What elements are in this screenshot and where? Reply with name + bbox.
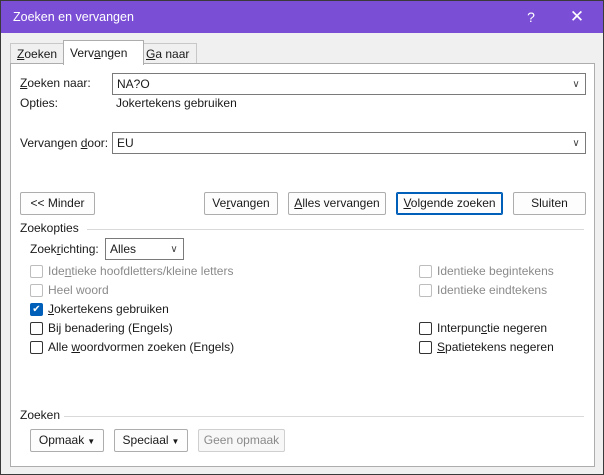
checkbox-box[interactable] bbox=[30, 321, 43, 335]
checkbox-whole-word[interactable]: Heel woord bbox=[30, 283, 109, 297]
checkbox-ignore-punctuation[interactable]: Interpunctie negeren bbox=[419, 321, 547, 335]
replace-button[interactable]: Vervangen bbox=[204, 192, 278, 215]
checkmark-icon[interactable]: ✔ bbox=[30, 302, 43, 316]
checkbox-label: Identieke hoofdletters/kleine letters bbox=[48, 264, 234, 278]
replace-value: EU bbox=[117, 136, 134, 150]
checkbox-box[interactable] bbox=[419, 340, 432, 354]
checkbox-match-case[interactable]: Identieke hoofdletters/kleine letters bbox=[30, 264, 233, 278]
checkbox-box[interactable] bbox=[30, 340, 43, 354]
checkbox-label: Alle woordvormen zoeken (Engels) bbox=[48, 340, 235, 354]
no-formatting-button[interactable]: Geen opmaak bbox=[198, 429, 285, 452]
options-label: Opties: bbox=[20, 96, 59, 110]
search-section-header: Zoeken bbox=[20, 408, 61, 422]
find-next-button[interactable]: Volgende zoeken bbox=[396, 192, 503, 215]
chevron-down-icon[interactable]: ∨ bbox=[567, 133, 585, 153]
find-replace-dialog: Zoeken en vervangen ? ✕ Zoeken Vervangen… bbox=[0, 0, 604, 475]
checkbox-box[interactable] bbox=[30, 283, 43, 297]
close-icon[interactable]: ✕ bbox=[557, 1, 597, 33]
tab-zoeken[interactable]: Zoeken bbox=[10, 43, 67, 64]
checkbox-ignore-whitespace[interactable]: Spatietekens negeren bbox=[419, 340, 554, 354]
chevron-down-icon[interactable]: ∨ bbox=[567, 74, 585, 94]
divider bbox=[87, 229, 584, 230]
close-button[interactable]: Sluiten bbox=[513, 192, 586, 215]
checkbox-label: Heel woord bbox=[48, 283, 109, 297]
caret-down-icon: ▼ bbox=[171, 437, 180, 446]
replace-label: Vervangen door: bbox=[20, 136, 109, 150]
direction-select[interactable]: Alles ∨ bbox=[105, 238, 184, 260]
checkbox-match-suffix[interactable]: Identieke eindtekens bbox=[419, 283, 547, 297]
checkbox-wildcards[interactable]: ✔ Jokertekens gebruiken bbox=[30, 302, 169, 316]
find-input[interactable]: NA?O ∨ bbox=[112, 73, 586, 95]
special-button[interactable]: Speciaal ▼ bbox=[114, 429, 188, 452]
checkbox-sounds-like[interactable]: Bij benadering (Engels) bbox=[30, 321, 173, 335]
checkbox-label: Identieke begintekens bbox=[437, 264, 554, 278]
checkbox-box[interactable] bbox=[30, 264, 43, 278]
less-button[interactable]: << Minder bbox=[20, 192, 95, 215]
find-value: NA?O bbox=[117, 77, 150, 91]
search-options-header: Zoekopties bbox=[20, 221, 79, 235]
tab-panel: Zoeken naar: NA?O ∨ Opties: Jokertekens … bbox=[10, 63, 595, 467]
tab-vervangen[interactable]: Vervangen bbox=[63, 40, 144, 65]
tab-ga-naar[interactable]: Ga naar bbox=[139, 43, 197, 64]
find-label: Zoeken naar: bbox=[20, 76, 91, 90]
help-icon[interactable]: ? bbox=[511, 1, 551, 33]
title-bar: Zoeken en vervangen ? ✕ bbox=[1, 1, 603, 33]
replace-input[interactable]: EU ∨ bbox=[112, 132, 586, 154]
checkbox-match-prefix[interactable]: Identieke begintekens bbox=[419, 264, 554, 278]
checkbox-label: Interpunctie negeren bbox=[437, 321, 548, 335]
window-title: Zoeken en vervangen bbox=[13, 10, 134, 24]
checkbox-all-word-forms[interactable]: Alle woordvormen zoeken (Engels) bbox=[30, 340, 234, 354]
caret-down-icon: ▼ bbox=[87, 437, 96, 446]
divider bbox=[64, 416, 584, 417]
checkbox-label: Jokertekens gebruiken bbox=[48, 302, 169, 316]
direction-value: Alles bbox=[110, 242, 137, 256]
checkbox-box[interactable] bbox=[419, 321, 432, 335]
options-value: Jokertekens gebruiken bbox=[116, 96, 237, 110]
checkbox-label: Bij benadering (Engels) bbox=[48, 321, 173, 335]
chevron-down-icon[interactable]: ∨ bbox=[165, 239, 183, 259]
checkbox-box[interactable] bbox=[419, 283, 432, 297]
format-button[interactable]: Opmaak ▼ bbox=[30, 429, 104, 452]
checkbox-label: Spatietekens negeren bbox=[437, 340, 554, 354]
checkbox-box[interactable] bbox=[419, 264, 432, 278]
direction-label: Zoekrichting: bbox=[30, 242, 99, 256]
checkbox-label: Identieke eindtekens bbox=[437, 283, 548, 297]
replace-all-button[interactable]: Alles vervangen bbox=[288, 192, 386, 215]
